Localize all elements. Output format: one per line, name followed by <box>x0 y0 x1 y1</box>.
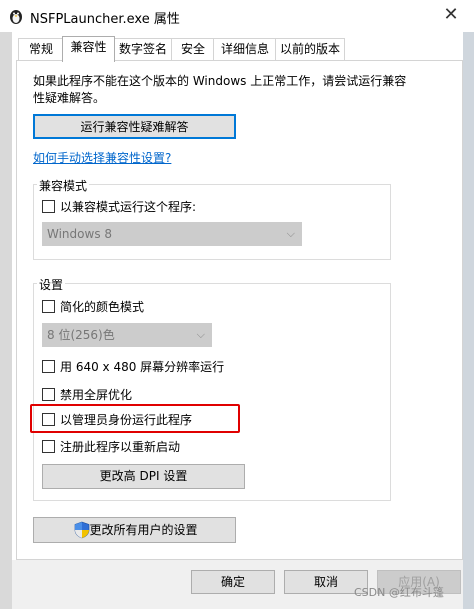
penguin-app-icon <box>10 10 22 24</box>
change-all-users-label: 更改所有用户的设置 <box>89 523 198 537</box>
close-button[interactable]: ✕ <box>428 0 474 32</box>
compat-mode-checkbox-label: 以兼容模式运行这个程序: <box>60 200 197 214</box>
window-title: NSFPLauncher.exe 属性 <box>30 12 180 27</box>
close-icon: ✕ <box>443 4 459 25</box>
reduced-color-label: 简化的颜色模式 <box>60 300 145 314</box>
tab-general[interactable]: 常规 <box>18 38 64 61</box>
ok-button[interactable]: 确定 <box>191 570 275 594</box>
watermark: CSDN @红布斗篷 <box>354 586 444 599</box>
intro-line-1: 如果此程序不能在这个版本的 Windows 上正常工作，请尝试运行兼容 <box>33 74 407 88</box>
tab-previous-versions[interactable]: 以前的版本 <box>275 38 345 61</box>
tab-details[interactable]: 详细信息 <box>213 38 277 61</box>
intro-text: 如果此程序不能在这个版本的 Windows 上正常工作，请尝试运行兼容 性疑难解… <box>33 73 433 107</box>
tab-security[interactable]: 安全 <box>171 38 215 61</box>
run-as-admin-label: 以管理员身份运行此程序 <box>60 413 193 427</box>
compat-mode-group-label: 兼容模式 <box>37 177 90 194</box>
os-version-value: Windows 8 <box>47 227 113 241</box>
tab-digital-signatures[interactable]: 数字签名 <box>113 38 173 61</box>
background-window-edge <box>0 32 12 609</box>
background-window-edge-right <box>463 32 474 609</box>
disable-fullscreen-opt-label: 禁用全屏优化 <box>60 388 133 402</box>
color-mode-select[interactable]: 8 位(256)色 ⌵ <box>42 323 212 347</box>
settings-group-label: 设置 <box>37 276 66 293</box>
compat-mode-checkbox[interactable] <box>42 200 55 213</box>
chevron-down-icon: ⌵ <box>196 328 205 341</box>
color-mode-value: 8 位(256)色 <box>47 328 115 342</box>
change-high-dpi-button[interactable]: 更改高 DPI 设置 <box>42 464 245 489</box>
os-version-select[interactable]: Windows 8 ⌵ <box>42 222 302 246</box>
resolution-640-label: 用 640 x 480 屏幕分辨率运行 <box>60 360 225 374</box>
intro-line-2: 性疑难解答。 <box>33 91 106 105</box>
register-restart-label: 注册此程序以重新启动 <box>60 440 181 454</box>
run-troubleshooter-button[interactable]: 运行兼容性疑难解答 <box>33 114 236 139</box>
register-restart-checkbox[interactable] <box>42 440 55 453</box>
reduced-color-checkbox[interactable] <box>42 300 55 313</box>
resolution-640-checkbox[interactable] <box>42 360 55 373</box>
tab-compatibility[interactable]: 兼容性 <box>62 36 115 62</box>
change-all-users-button[interactable]: 更改所有用户的设置 <box>33 517 236 543</box>
run-as-admin-checkbox[interactable] <box>42 413 55 426</box>
manual-settings-link[interactable]: 如何手动选择兼容性设置? <box>33 149 171 166</box>
disable-fullscreen-opt-checkbox[interactable] <box>42 388 55 401</box>
chevron-down-icon: ⌵ <box>286 227 295 240</box>
uac-shield-icon <box>74 521 90 539</box>
